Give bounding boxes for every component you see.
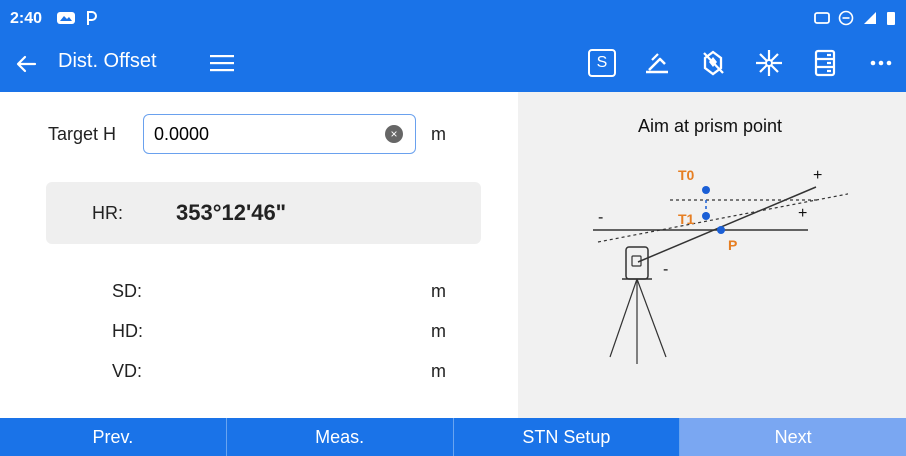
diagram-plus-upper: + bbox=[813, 167, 822, 184]
diagram-point-t0 bbox=[702, 186, 710, 194]
left-panel: Target H × m HR: 353°12'46" SD: m HD: m … bbox=[0, 92, 518, 418]
target-icon[interactable] bbox=[754, 48, 784, 78]
sd-unit: m bbox=[431, 281, 446, 301]
stn-setup-label: STN Setup bbox=[522, 426, 611, 447]
next-label: Next bbox=[774, 426, 812, 447]
page-title: Dist. Offset bbox=[58, 50, 157, 72]
status-left-icons bbox=[56, 9, 98, 32]
storage-icon[interactable] bbox=[810, 48, 840, 78]
total-station-icon bbox=[609, 246, 667, 364]
clear-icon[interactable]: × bbox=[385, 125, 403, 143]
prev-label: Prev. bbox=[92, 426, 134, 447]
diagram-sight-line bbox=[637, 186, 817, 263]
hamburger-icon[interactable] bbox=[210, 52, 238, 78]
p-icon bbox=[84, 9, 98, 32]
stn-setup-button[interactable]: STN Setup bbox=[454, 418, 681, 456]
toolbar: S bbox=[588, 48, 896, 78]
diagram-minus-bottom: - bbox=[663, 261, 668, 278]
prev-button[interactable]: Prev. bbox=[0, 418, 227, 456]
diagram-label-t0: T0 bbox=[678, 167, 695, 183]
status-right-icons bbox=[814, 10, 896, 29]
signal-icon bbox=[862, 10, 878, 29]
target-h-input[interactable] bbox=[152, 123, 366, 146]
hr-value: 353°12'46" bbox=[176, 200, 287, 225]
target-h-input-box[interactable]: × bbox=[143, 114, 416, 154]
status-time: 2:40 bbox=[10, 10, 43, 27]
more-icon[interactable] bbox=[866, 48, 896, 78]
status-bar: 2:40 bbox=[0, 0, 906, 38]
vd-label: VD: bbox=[112, 361, 143, 381]
meas-label: Meas. bbox=[315, 426, 365, 447]
cast-icon bbox=[814, 10, 830, 29]
s-mode-label: S bbox=[596, 54, 608, 71]
hr-label: HR: bbox=[92, 203, 123, 223]
sd-label: SD: bbox=[112, 281, 143, 301]
no-prism-icon[interactable] bbox=[698, 48, 728, 78]
next-button[interactable]: Next bbox=[680, 418, 906, 456]
hr-box: HR: 353°12'46" bbox=[46, 182, 481, 244]
hd-label: HD: bbox=[112, 321, 143, 341]
cloud-icon bbox=[56, 10, 76, 31]
laser-icon[interactable] bbox=[642, 48, 672, 78]
diagram-label-t1: T1 bbox=[678, 211, 695, 227]
diagram-point-p bbox=[717, 226, 725, 234]
back-arrow-icon[interactable] bbox=[12, 50, 40, 78]
app-bar: Dist. Offset S bbox=[0, 38, 906, 92]
battery-icon bbox=[886, 10, 896, 29]
diagram-label-p: P bbox=[728, 237, 737, 253]
hd-unit: m bbox=[431, 321, 446, 341]
instruction-text: Aim at prism point bbox=[638, 116, 783, 136]
bottom-bar: Prev. Meas. STN Setup Next bbox=[0, 418, 906, 456]
diagram-point-t1 bbox=[702, 212, 710, 220]
target-h-label: Target H bbox=[48, 124, 117, 144]
vd-unit: m bbox=[431, 361, 446, 381]
meas-button[interactable]: Meas. bbox=[227, 418, 454, 456]
do-not-disturb-icon bbox=[838, 10, 854, 29]
right-panel: Aim at prism point T0 T1 P + + - - bbox=[518, 92, 906, 418]
offset-diagram: T0 T1 P + + - - bbox=[593, 167, 848, 364]
diagram-minus-left: - bbox=[598, 209, 603, 226]
diagram-plus-lower: + bbox=[798, 205, 807, 222]
app-frame: 2:40 Dist. Offset S Target H 0.0000 × m … bbox=[0, 0, 906, 456]
s-mode-button[interactable]: S bbox=[588, 49, 616, 77]
target-h-unit: m bbox=[431, 124, 446, 144]
